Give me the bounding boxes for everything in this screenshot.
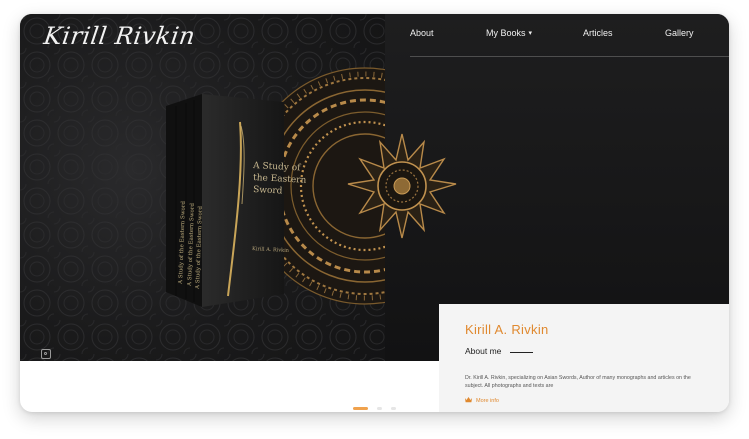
more-info-label: More info	[476, 398, 499, 404]
slider-dot-2[interactable]	[377, 407, 382, 410]
about-heading-dash	[510, 352, 533, 353]
nav-my-books-label: My Books	[486, 28, 526, 38]
page-frame: A Study of the Eastern Sword Kirill A. R…	[20, 14, 729, 412]
crown-icon	[465, 397, 472, 403]
about-text: Dr. Kirill A. Rivkin, specializing on As…	[465, 375, 691, 389]
main-nav: About My Books ▾ Articles Gallery	[390, 25, 720, 45]
about-name: Kirill A. Rivkin	[465, 322, 549, 337]
nav-articles-label: Articles	[583, 28, 613, 38]
instagram-icon[interactable]	[41, 349, 51, 359]
caret-down-icon: ▾	[528, 30, 533, 37]
nav-gallery[interactable]: Gallery	[665, 27, 694, 39]
slider-dots	[353, 406, 403, 410]
slider-dot-3[interactable]	[391, 407, 396, 410]
svg-text:Sword: Sword	[253, 185, 283, 197]
nav-gallery-label: Gallery	[665, 28, 694, 38]
nav-articles[interactable]: Articles	[583, 27, 613, 39]
nav-my-books[interactable]: My Books ▾	[486, 27, 532, 40]
nav-about[interactable]: About	[410, 27, 434, 39]
about-card: Kirill A. Rivkin About me Dr. Kirill A. …	[439, 304, 729, 412]
more-info-link[interactable]: More info	[465, 397, 499, 404]
about-heading: About me	[465, 346, 502, 356]
site-logo[interactable]: Kirill Rivkin	[42, 22, 197, 50]
nav-about-label: About	[410, 28, 434, 38]
nav-divider	[410, 56, 729, 57]
slider-dot-1[interactable]	[353, 407, 368, 410]
